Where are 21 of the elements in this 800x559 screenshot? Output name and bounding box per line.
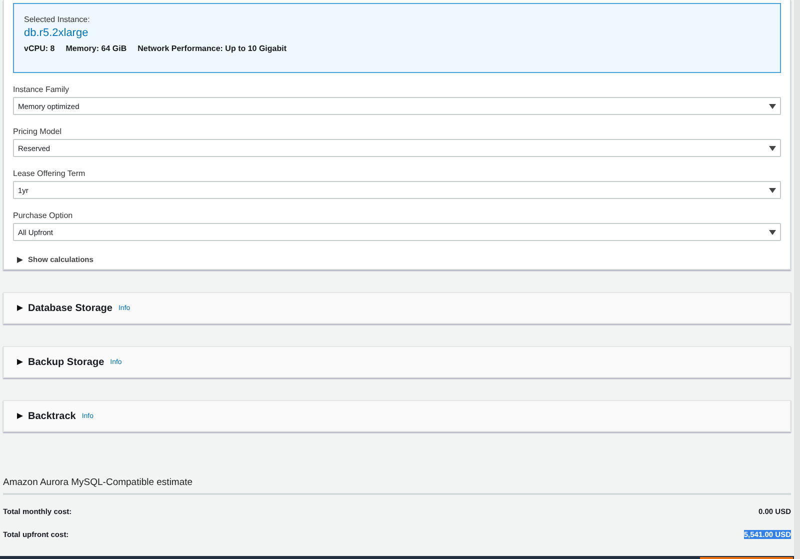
expand-triangle-icon: [17, 413, 23, 419]
section-toggle[interactable]: Database Storage: [17, 302, 112, 314]
expand-triangle-icon: [17, 256, 23, 262]
caret-icon: [769, 230, 776, 234]
selected-instance-label: Selected Instance:: [24, 15, 91, 24]
field-label: Lease Offering Term: [13, 169, 86, 180]
instance-name: db.r5.2xlarge: [24, 27, 90, 39]
field-label: Purchase Option: [13, 211, 74, 222]
section-toggle[interactable]: Backup Storage: [17, 356, 104, 368]
expand-triangle-icon: [17, 359, 23, 365]
caret-icon: [769, 104, 776, 108]
caret-icon: [769, 146, 776, 150]
instance-spec: Network Performance: Up to 10 Gigabit: [138, 44, 287, 53]
caret-icon: [769, 188, 776, 192]
instance-spec: vCPU: 8: [24, 44, 55, 53]
field-label: Instance Family: [13, 85, 70, 96]
estimate-title: Amazon Aurora MySQL-Compatible estimate: [3, 477, 193, 488]
expand-triangle-icon: [17, 305, 23, 311]
instance-spec: Memory: 64 GiB: [66, 44, 127, 53]
section-toggle[interactable]: Backtrack: [17, 410, 76, 422]
field-label: Pricing Model: [13, 127, 62, 138]
